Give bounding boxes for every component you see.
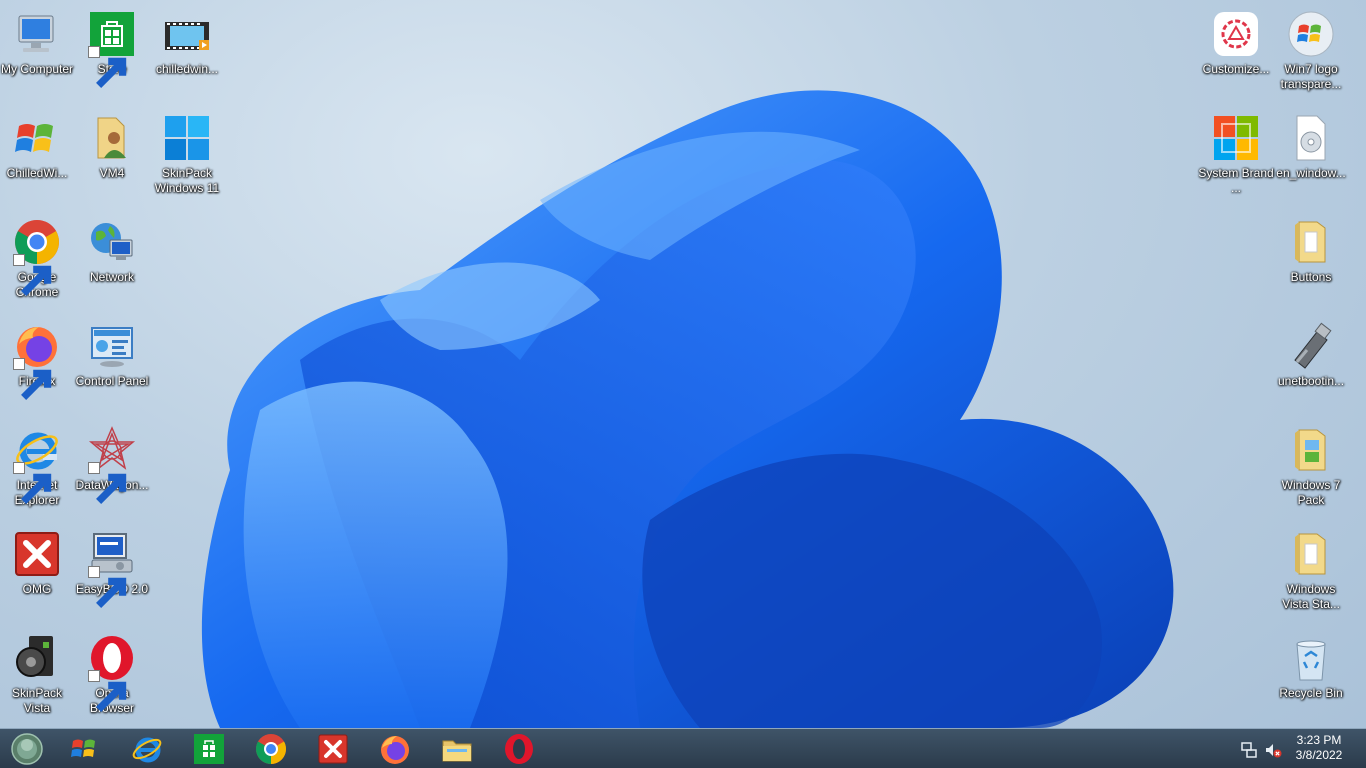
windows11-logo-icon (163, 114, 211, 162)
icon-label: SkinPack Vista (11, 686, 63, 715)
clock-date: 3/8/2022 (1295, 748, 1343, 762)
icon-label: SkinPack Windows 11 (154, 166, 220, 195)
desktop-icon-chilledwin-video[interactable]: chilledwin... (150, 6, 224, 102)
icon-label: unetbootin... (1277, 374, 1345, 388)
desktop-icon-windows-7-pack[interactable]: Windows 7 Pack (1274, 422, 1348, 518)
icon-label: My Computer (0, 62, 74, 76)
file-explorer-icon (442, 740, 472, 762)
clock-time: 3:23 PM (1296, 733, 1342, 747)
disc-image-icon (1287, 114, 1335, 162)
taskbar-internet-explorer-button[interactable] (120, 731, 174, 767)
omg-icon (13, 530, 61, 578)
firefox-icon (381, 736, 409, 764)
windows-logo-icon (13, 114, 61, 162)
desktop-icon-opera-browser[interactable]: Opera Browser (75, 630, 149, 726)
firefox-icon (13, 322, 61, 400)
shortcut-arrow-icon (88, 670, 127, 712)
my-computer-icon (13, 10, 61, 58)
taskbar-windows-button[interactable] (58, 731, 112, 767)
taskbar-opera-button[interactable] (492, 731, 546, 767)
desktop-icon-buttons-folder[interactable]: Buttons (1274, 214, 1348, 310)
icon-label: OMG (22, 582, 52, 596)
icon-label: Control Panel (75, 374, 149, 388)
desktop-icon-omg[interactable]: OMG (0, 526, 74, 622)
video-file-icon (163, 10, 211, 58)
desktop-icon-en-window-iso[interactable]: en_window... (1274, 110, 1348, 206)
network-tray-icon[interactable] (1240, 741, 1258, 759)
desktop-icon-skinpack-windows-11[interactable]: SkinPack Windows 11 (150, 110, 224, 206)
icon-label: Windows 7 Pack (1281, 478, 1341, 507)
folder-icon (1287, 530, 1335, 578)
desktop-icon-recycle-bin[interactable]: Recycle Bin (1274, 630, 1348, 726)
datawagon-icon (88, 426, 136, 504)
icon-label: Buttons (1290, 270, 1332, 284)
taskbar-chrome-button[interactable] (244, 731, 298, 767)
windows-logo-icon (71, 739, 95, 757)
user-folder-icon (88, 114, 136, 162)
icon-label: ChilledWi... (6, 166, 68, 180)
shortcut-arrow-icon (13, 358, 52, 400)
taskbar: 3:23 PM 3/8/2022 (0, 728, 1366, 768)
win7-logo-icon (1287, 10, 1335, 58)
chrome-icon (255, 734, 287, 764)
easybcd-icon (88, 530, 136, 608)
recycle-bin-icon (1287, 634, 1335, 682)
desktop-icon-google-chrome[interactable]: Google Chrome (0, 214, 74, 310)
internet-explorer-icon (132, 737, 162, 763)
desktop-icon-system-brand[interactable]: System Brand ... (1198, 110, 1274, 206)
internet-explorer-icon (13, 426, 61, 504)
folder-icon (1287, 218, 1335, 266)
desktop-icon-chilledwi[interactable]: ChilledWi... (0, 110, 74, 206)
customize-icon (1212, 10, 1260, 58)
shortcut-arrow-icon (88, 566, 127, 608)
desktop-icon-my-computer[interactable]: My Computer (0, 6, 74, 102)
icon-label: Customize... (1202, 62, 1270, 76)
shortcut-arrow-icon (13, 254, 52, 296)
shortcut-arrow-icon (88, 462, 127, 504)
icon-label: System Brand ... (1198, 166, 1274, 195)
volume-muted-icon[interactable] (1264, 741, 1282, 759)
icon-label: Win7 logo transpare... (1280, 62, 1342, 91)
store-icon (194, 734, 224, 764)
chrome-icon (13, 218, 61, 296)
shortcut-arrow-icon (13, 462, 52, 504)
desktop-icon-vm4[interactable]: VM4 (75, 110, 149, 206)
icon-label: en_window... (1276, 166, 1346, 180)
icon-label: Windows Vista Sta... (1282, 582, 1340, 611)
start-button[interactable] (4, 731, 50, 767)
desktop-icon-customize[interactable]: Customize... (1199, 6, 1273, 102)
icon-label: Network (89, 270, 134, 284)
opera-icon (88, 634, 136, 712)
desktop-icon-firefox[interactable]: Firefox (0, 318, 74, 414)
desktop-icon-windows-vista-start[interactable]: Windows Vista Sta... (1274, 526, 1348, 622)
icon-label: VM4 (99, 166, 125, 180)
network-icon (88, 218, 136, 266)
store-icon (88, 10, 136, 88)
taskbar-file-explorer-button[interactable] (430, 731, 484, 767)
opera-icon (505, 734, 533, 764)
desktop-icon-store[interactable]: Store (75, 6, 149, 102)
control-panel-icon (88, 322, 136, 370)
clock[interactable]: 3:23 PM 3/8/2022 (1284, 733, 1354, 763)
taskbar-firefox-button[interactable] (368, 731, 422, 767)
desktop-icon-easybcd[interactable]: EasyBCD 2.0 (75, 526, 149, 622)
usb-drive-icon (1287, 322, 1335, 370)
start-orb-icon (11, 733, 43, 765)
icon-label: Recycle Bin (1279, 686, 1343, 700)
omg-icon (318, 734, 348, 764)
icon-label: chilledwin... (155, 62, 219, 76)
system-brand-icon (1212, 114, 1260, 162)
desktop-icon-datawagon[interactable]: DataWagon... (75, 422, 149, 518)
shortcut-arrow-icon (88, 46, 127, 88)
taskbar-omg-button[interactable] (306, 731, 360, 767)
desktop-icon-internet-explorer[interactable]: Internet Explorer (0, 422, 74, 518)
desktop-icon-control-panel[interactable]: Control Panel (75, 318, 149, 414)
folder-icon (1287, 426, 1335, 474)
desktop-icon-unetbootin[interactable]: unetbootin... (1274, 318, 1348, 414)
desktop-icon-win7-logo[interactable]: Win7 logo transpare... (1274, 6, 1348, 102)
desktop-icon-skinpack-vista[interactable]: SkinPack Vista (0, 630, 74, 726)
skinpack-vista-icon (13, 634, 61, 682)
desktop-icon-network[interactable]: Network (75, 214, 149, 310)
taskbar-store-button[interactable] (182, 731, 236, 767)
